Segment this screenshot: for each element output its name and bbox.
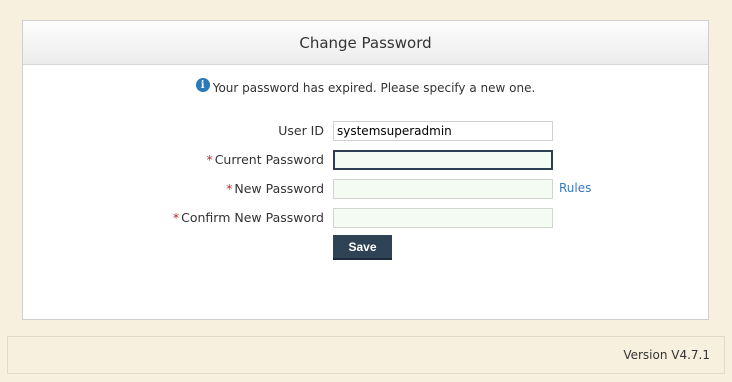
page-title: Change Password <box>299 33 432 52</box>
version-label: Version V4.7.1 <box>623 348 710 362</box>
info-icon: i <box>195 78 210 92</box>
new-password-label: New Password <box>234 181 324 196</box>
current-password-row: * Current Password <box>23 150 708 170</box>
save-button[interactable]: Save <box>333 235 392 260</box>
user-id-row: User ID <box>23 121 708 141</box>
current-password-label: Current Password <box>214 152 324 167</box>
footer: Version V4.7.1 <box>7 336 725 374</box>
confirm-password-field[interactable] <box>333 208 553 228</box>
required-marker: * <box>206 152 213 167</box>
change-password-panel: Change Password i Your password has expi… <box>22 20 709 320</box>
current-password-field[interactable] <box>333 150 553 170</box>
panel-header: Change Password <box>23 21 708 65</box>
rules-link[interactable]: Rules <box>559 181 591 195</box>
confirm-password-label: Confirm New Password <box>181 210 324 225</box>
info-message: i Your password has expired. Please spec… <box>23 78 708 95</box>
required-marker: * <box>172 210 180 225</box>
confirm-password-row: * Confirm New Password <box>23 208 708 228</box>
new-password-field[interactable] <box>333 179 553 199</box>
required-marker: * <box>226 181 233 196</box>
info-message-text: Your password has expired. Please specif… <box>212 81 536 95</box>
user-id-field[interactable] <box>333 121 553 141</box>
user-id-label: User ID <box>278 123 324 138</box>
new-password-row: * New Password Rules <box>23 179 708 199</box>
